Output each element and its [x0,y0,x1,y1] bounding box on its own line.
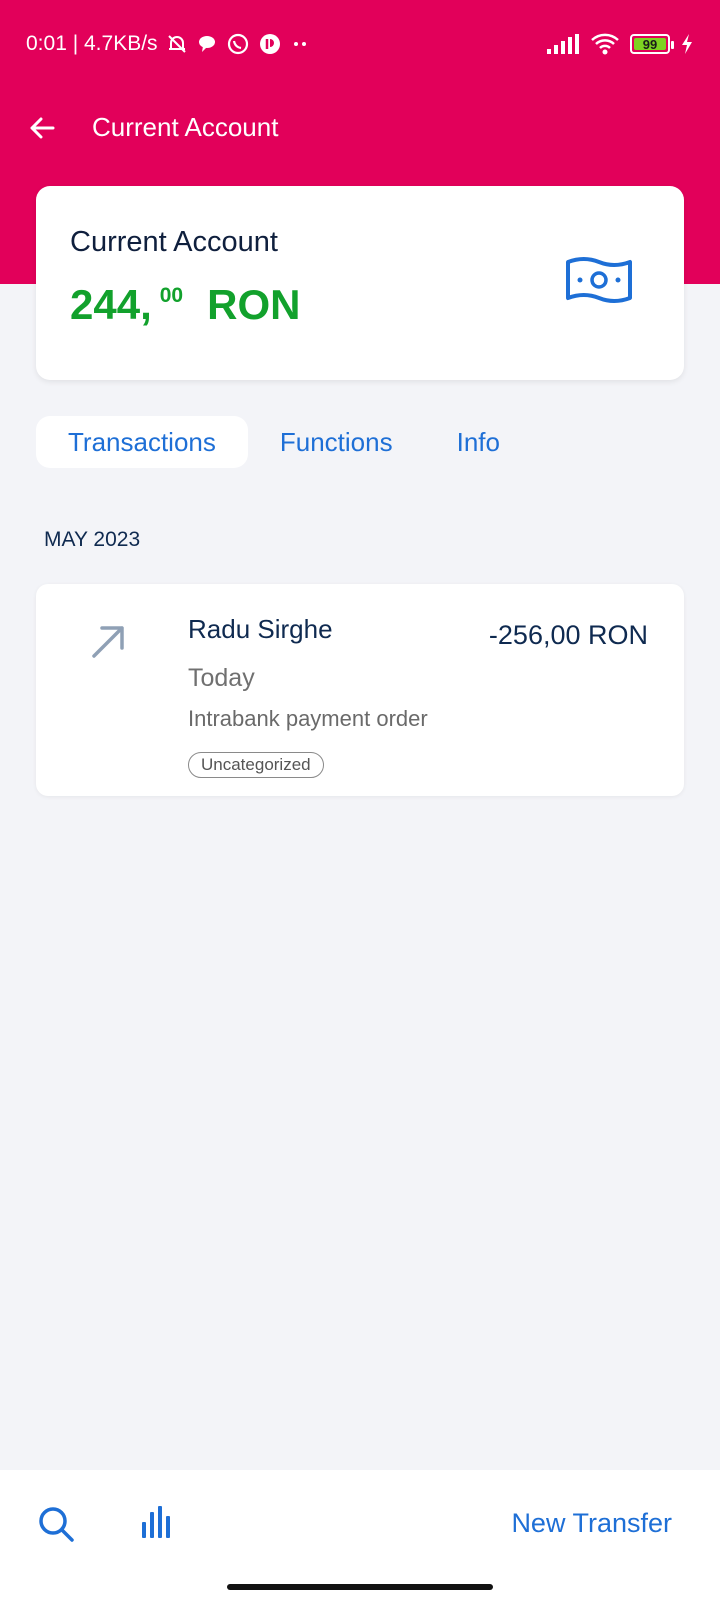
battery-icon: 99 [630,34,674,54]
search-button[interactable] [36,1504,76,1544]
balance-decimals: 00 [159,284,184,307]
whatsapp-icon [226,32,250,56]
balance-currency: RON [207,281,301,328]
transaction-category-tag[interactable]: Uncategorized [188,752,324,778]
tab-transactions[interactable]: Transactions [36,416,248,468]
outgoing-arrow-icon [88,622,128,662]
tab-functions[interactable]: Functions [248,416,425,468]
home-indicator[interactable] [227,1584,493,1590]
status-right: 99 [546,30,694,58]
transaction-description: Intrabank payment order [188,706,428,731]
signal-icon [546,33,580,55]
status-bar: 0:01 | 4.7KB/s 99 [0,0,720,88]
banknote-icon [564,254,634,306]
charging-bolt-icon [680,33,694,55]
status-left: 0:01 | 4.7KB/s [26,30,310,58]
bottom-bar: New Transfer [0,1470,720,1600]
message-bubble-icon [196,33,218,55]
bar-chart-icon [142,1506,170,1538]
back-button[interactable] [24,110,60,146]
page-title: Current Account [92,112,279,142]
transaction-date: Today [188,664,255,692]
month-header: MAY 2023 [44,528,141,551]
status-time-speed: 0:01 | 4.7KB/s [26,32,158,55]
account-name: Current Account [70,226,278,258]
transaction-amount: -256,00 RON [488,620,648,650]
arrow-left-icon [30,117,55,139]
statistics-button[interactable] [138,1502,178,1542]
more-notifications-icon [290,39,310,49]
muted-bell-icon [166,33,188,55]
tab-bar: Transactions Functions Info [36,416,532,468]
search-icon [39,1507,74,1542]
tab-info[interactable]: Info [425,416,532,468]
wifi-icon [590,32,620,56]
transaction-payee: Radu Sirghe [188,614,333,644]
balance-integer: 244, [70,281,152,328]
app-bar: Current Account [0,96,720,160]
app-notification-icon [258,32,282,56]
new-transfer-button[interactable]: New Transfer [511,1508,672,1539]
transaction-item[interactable]: Radu Sirghe -256,00 RON Today Intrabank … [36,584,684,796]
account-card: Current Account 244, 00 RON [36,186,684,380]
battery-level: 99 [642,36,658,52]
account-balance: 244, 00 RON [70,282,300,328]
